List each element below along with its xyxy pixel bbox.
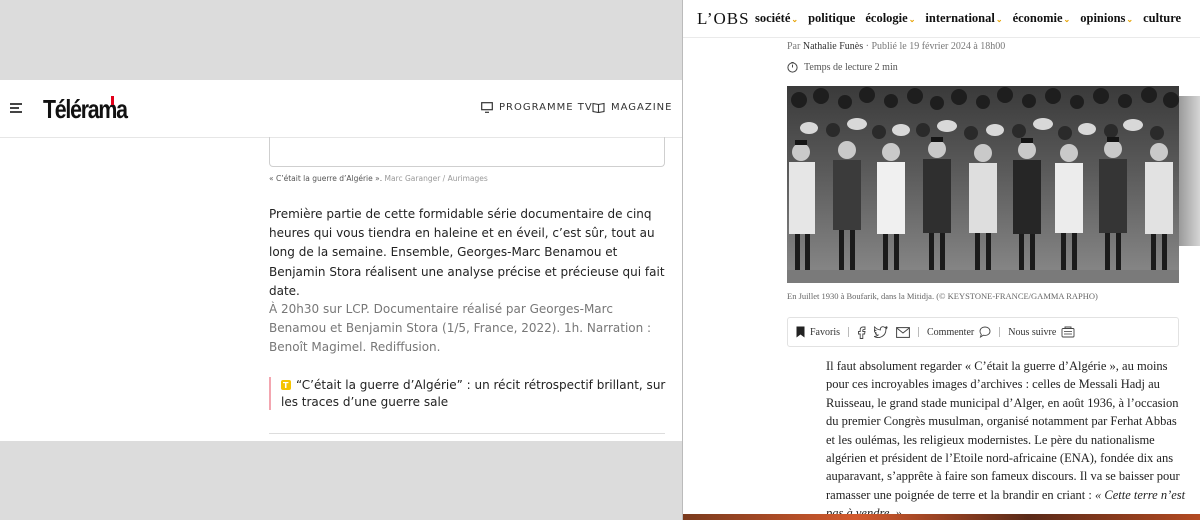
tv-icon [481, 102, 493, 113]
chevron-down-icon: ⌄ [1063, 15, 1071, 24]
book-icon [592, 102, 605, 113]
broadcast-info: À 20h30 sur LCP. Documentaire réalisé pa… [269, 302, 652, 355]
nav-economie-label: économie [1012, 11, 1063, 25]
nav-culture[interactable]: culture [1143, 11, 1181, 26]
obs-header: L’OBS société⌄ politique écologie⌄ inter… [683, 0, 1200, 38]
crowd-photo-graphic [787, 86, 1179, 283]
related-article-text: “C’était la guerre d’Algérie” : un récit… [281, 378, 666, 409]
nav-politique-label: politique [808, 11, 856, 25]
author-link[interactable]: Nathalie Funès [803, 41, 863, 52]
article-paragraph: Première partie de cette formidable séri… [269, 207, 665, 298]
bottom-image-strip [683, 514, 1200, 520]
nav-ecologie-label: écologie [865, 11, 908, 25]
hamburger-menu-icon[interactable] [10, 101, 24, 115]
article-text: Il faut absolument regarder « C’était la… [826, 359, 1180, 502]
nav-economie[interactable]: économie⌄ [1013, 11, 1071, 26]
chevron-down-icon: ⌄ [908, 15, 916, 24]
nous-suivre-label: Nous suivre [1008, 326, 1057, 338]
read-time: Temps de lecture 2 min [787, 62, 898, 73]
newspaper-icon [1061, 326, 1075, 338]
nav-magazine[interactable]: MAGAZINE [592, 102, 672, 113]
facebook-icon[interactable] [857, 326, 866, 339]
share-bar: Favoris Commenter Nous suivre [787, 317, 1179, 347]
caption-credit: Marc Garanger / Aurimages [384, 174, 488, 183]
image-frame [269, 137, 665, 167]
commenter-label: Commenter [927, 326, 975, 338]
chevron-down-icon: ⌄ [995, 15, 1003, 24]
telerama-logo[interactable]: Télérama [43, 94, 128, 125]
separator [918, 327, 919, 337]
bookmark-icon [796, 326, 805, 338]
chevron-down-icon: ⌄ [791, 15, 799, 24]
nav-societe[interactable]: société⌄ [755, 11, 798, 26]
telerama-header: Télérama PROGRAMME TV MAGAZINE [0, 80, 682, 138]
mail-icon[interactable] [896, 326, 910, 338]
image-caption: « C’était la guerre d’Algérie ». Marc Ga… [269, 174, 488, 183]
nav-programme-tv[interactable]: PROGRAMME TV [481, 102, 593, 113]
nav-opinions[interactable]: opinions⌄ [1080, 11, 1133, 26]
commenter-button[interactable]: Commenter [927, 326, 991, 338]
separator [999, 327, 1001, 337]
twitter-icon[interactable] [874, 326, 888, 338]
obs-nav: société⌄ politique écologie⌄ internation… [755, 11, 1181, 26]
photo-caption: En Juillet 1930 à Boufarik, dans la Miti… [787, 291, 1098, 301]
read-time-label: Temps de lecture 2 min [804, 62, 898, 73]
favoris-label: Favoris [810, 326, 840, 338]
byline-prefix: Par [787, 41, 801, 52]
divider [269, 433, 665, 434]
adjacent-image-edge [1179, 96, 1200, 246]
nous-suivre-button[interactable]: Nous suivre [1008, 326, 1075, 338]
nav-magazine-label: MAGAZINE [611, 102, 673, 113]
favoris-button[interactable]: Favoris [796, 326, 840, 338]
nav-opinions-label: opinions [1080, 11, 1126, 25]
byline: Par Nathalie Funès · Publié le 19 févrie… [787, 41, 1005, 52]
nav-politique[interactable]: politique [808, 11, 855, 26]
archive-photo[interactable] [787, 86, 1179, 283]
nav-ecologie[interactable]: écologie⌄ [865, 11, 915, 26]
telerama-page: Télérama PROGRAMME TV MAGAZINE « C’était… [0, 80, 682, 441]
nav-programme-tv-label: PROGRAMME TV [499, 102, 593, 113]
nav-international[interactable]: international⌄ [925, 11, 1002, 26]
separator [848, 327, 849, 337]
caption-title: « C’était la guerre d’Algérie ». [269, 174, 383, 183]
comment-icon [979, 326, 991, 338]
nav-international-label: international [925, 11, 995, 25]
clock-icon [787, 62, 798, 73]
nav-societe-label: société [755, 11, 791, 25]
obs-logo[interactable]: L’OBS [697, 9, 750, 29]
article-body: Il faut absolument regarder « C’était la… [826, 357, 1186, 520]
telerama-window: Télérama PROGRAMME TV MAGAZINE « C’était… [0, 0, 682, 520]
obs-window: L’OBS société⌄ politique écologie⌄ inter… [682, 0, 1200, 520]
logo-accent-mark [111, 96, 114, 105]
nav-culture-label: culture [1143, 11, 1182, 25]
publish-date: · Publié le 19 février 2024 à 18h00 [865, 41, 1006, 52]
related-article-link[interactable]: “C’était la guerre d’Algérie” : un récit… [269, 377, 669, 410]
chevron-down-icon: ⌄ [1126, 15, 1134, 24]
telerama-t-icon [281, 378, 291, 395]
